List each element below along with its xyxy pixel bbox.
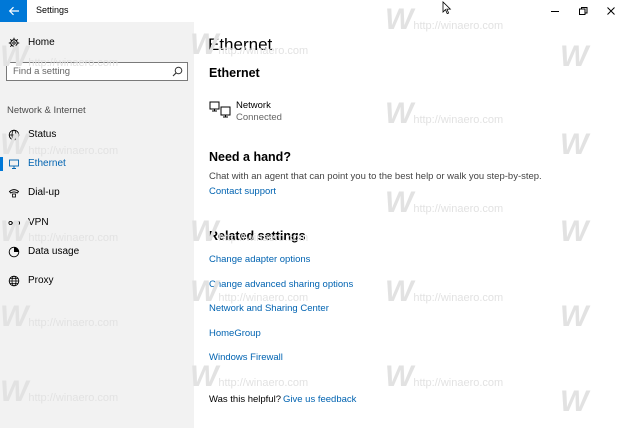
sidebar-item-label: Ethernet: [28, 158, 66, 169]
selection-indicator: [0, 245, 3, 259]
sidebar-item-proxy[interactable]: Proxy: [0, 269, 194, 293]
feedback-question: Was this helpful?: [209, 394, 281, 405]
sidebar-item-label: Status: [28, 129, 57, 140]
contact-support-link[interactable]: Contact support: [209, 186, 276, 197]
sidebar-item-label: VPN: [28, 217, 49, 228]
section-title-related: Related settings: [209, 229, 306, 243]
sidebar-item-label: Home: [28, 37, 55, 48]
selection-indicator: [0, 216, 3, 230]
minimize-button[interactable]: [541, 0, 569, 22]
vpn-icon: [8, 220, 21, 226]
help-description: Chat with an agent that can point you to…: [209, 171, 542, 182]
mouse-cursor-icon: [442, 1, 452, 15]
windows-firewall-link[interactable]: Windows Firewall: [209, 352, 283, 363]
change-adapter-options-link[interactable]: Change adapter options: [209, 254, 310, 265]
maximize-button[interactable]: [569, 0, 597, 22]
minimize-icon: [551, 11, 559, 12]
sidebar-item-label: Data usage: [28, 246, 80, 257]
close-button[interactable]: [597, 0, 624, 22]
close-icon: [607, 7, 615, 15]
ethernet-icon: [9, 159, 19, 169]
selection-indicator: [0, 128, 3, 142]
sidebar-item-status[interactable]: Status: [0, 123, 194, 147]
gear-icon: [8, 37, 20, 49]
network-sharing-center-link[interactable]: Network and Sharing Center: [209, 303, 329, 314]
computer-network-icon: [209, 101, 231, 118]
title-bar: Settings: [0, 0, 624, 22]
network-name: Network: [236, 100, 271, 111]
section-title-ethernet: Ethernet: [209, 66, 260, 80]
sidebar-item-label: Proxy: [28, 275, 54, 286]
data-usage-icon: [8, 246, 20, 258]
sidebar-item-home[interactable]: Home: [0, 32, 194, 54]
back-arrow-icon: [8, 6, 19, 16]
back-button[interactable]: [0, 0, 27, 22]
selection-indicator: [0, 157, 3, 171]
sidebar: Home Network & Internet Status Ethernet: [0, 22, 194, 428]
sidebar-item-ethernet[interactable]: Ethernet: [0, 152, 194, 176]
sidebar-group-label: Network & Internet: [7, 105, 86, 116]
homegroup-link[interactable]: HomeGroup: [209, 328, 261, 339]
window-title: Settings: [36, 5, 69, 15]
network-status: Connected: [236, 112, 282, 123]
search-box[interactable]: [6, 62, 188, 81]
page-title: Ethernet: [208, 35, 273, 54]
selection-indicator: [0, 186, 3, 200]
section-title-help: Need a hand?: [209, 150, 291, 164]
maximize-icon: [579, 7, 588, 15]
search-input[interactable]: [13, 65, 163, 78]
change-advanced-sharing-link[interactable]: Change advanced sharing options: [209, 279, 353, 290]
search-icon[interactable]: [172, 66, 183, 77]
main-content: Ethernet Ethernet Network Connected Need…: [194, 22, 624, 428]
globe-status-icon: [8, 129, 20, 141]
sidebar-item-vpn[interactable]: VPN: [0, 211, 194, 235]
give-feedback-link[interactable]: Give us feedback: [283, 394, 356, 405]
sidebar-item-label: Dial-up: [28, 187, 60, 198]
sidebar-item-dial-up[interactable]: Dial-up: [0, 181, 194, 205]
selection-indicator: [0, 274, 3, 288]
sidebar-item-data-usage[interactable]: Data usage: [0, 240, 194, 264]
globe-proxy-icon: [8, 275, 20, 287]
dialup-icon: [8, 189, 20, 198]
